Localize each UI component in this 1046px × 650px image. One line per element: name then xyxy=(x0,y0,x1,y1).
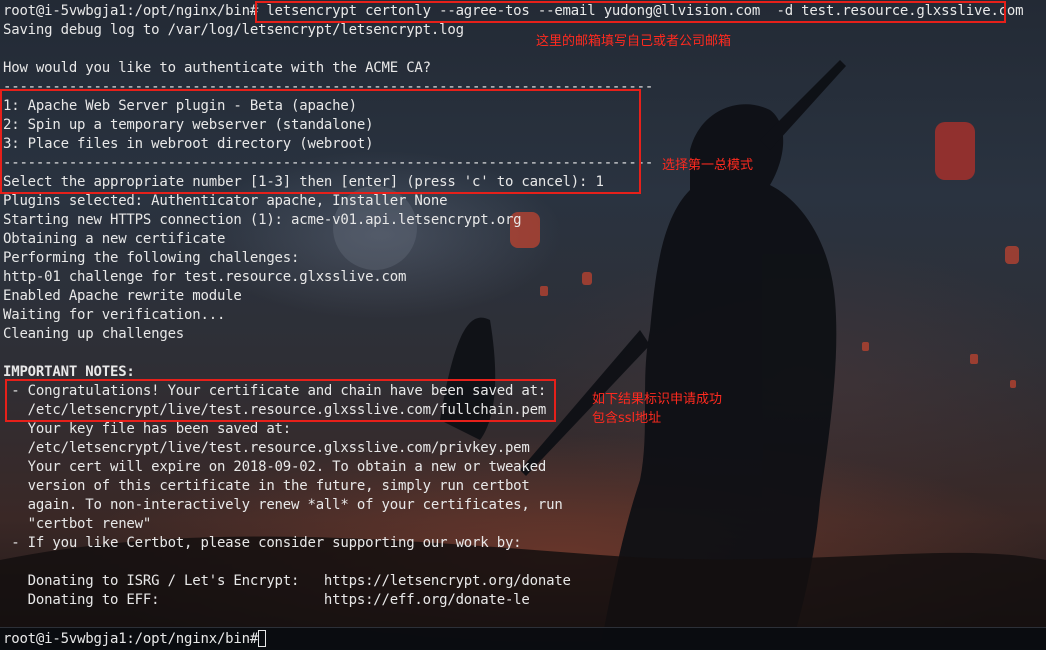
terminal-line: Saving debug log to /var/log/letsencrypt… xyxy=(3,22,464,38)
email-command-highlight-box xyxy=(255,1,1006,23)
terminal-line: http-01 challenge for test.resource.glxs… xyxy=(3,269,407,285)
terminal-line: Plugins selected: Authenticator apache, … xyxy=(3,193,448,209)
shell-prompt: root@i-5vwbgja1:/opt/nginx/bin# xyxy=(3,631,267,647)
terminal-input-line[interactable]: root@i-5vwbgja1:/opt/nginx/bin# xyxy=(0,627,1046,650)
auth-mode-highlight-box xyxy=(0,89,641,194)
terminal-line: version of this certificate in the futur… xyxy=(3,478,530,494)
terminal-line: "certbot renew" xyxy=(3,516,152,532)
terminal-line: How would you like to authenticate with … xyxy=(3,60,431,76)
terminal-line: Cleaning up challenges xyxy=(3,326,185,342)
terminal-line: Your key file has been saved at: xyxy=(3,421,292,437)
terminal-line: Obtaining a new certificate xyxy=(3,231,226,247)
terminal-line: /etc/letsencrypt/live/test.resource.glxs… xyxy=(3,440,530,456)
terminal-line: Donating to ISRG / Let's Encrypt: https:… xyxy=(3,573,571,589)
terminal-line: again. To non-interactively renew *all* … xyxy=(3,497,563,513)
terminal-line: - If you like Certbot, please consider s… xyxy=(3,535,522,551)
terminal-line: Performing the following challenges: xyxy=(3,250,300,266)
terminal-line: Donating to EFF: https://eff.org/donate-… xyxy=(3,592,530,608)
terminal-line: Waiting for verification... xyxy=(3,307,226,323)
terminal-line: Starting new HTTPS connection (1): acme-… xyxy=(3,212,522,228)
text-cursor[interactable] xyxy=(258,630,266,647)
certificate-path-highlight-box xyxy=(5,379,556,422)
terminal-line: Your cert will expire on 2018-09-02. To … xyxy=(3,459,547,475)
email-annotation: 这里的邮箱填写自己或者公司邮箱 xyxy=(536,34,732,49)
mode-annotation: 选择第一总模式 xyxy=(662,158,754,173)
terminal-line: Enabled Apache rewrite module xyxy=(3,288,242,304)
success-annotation-line1: 如下结果标识申请成功 xyxy=(592,392,723,407)
success-annotation-line2: 包含ssl地址 xyxy=(592,411,662,426)
